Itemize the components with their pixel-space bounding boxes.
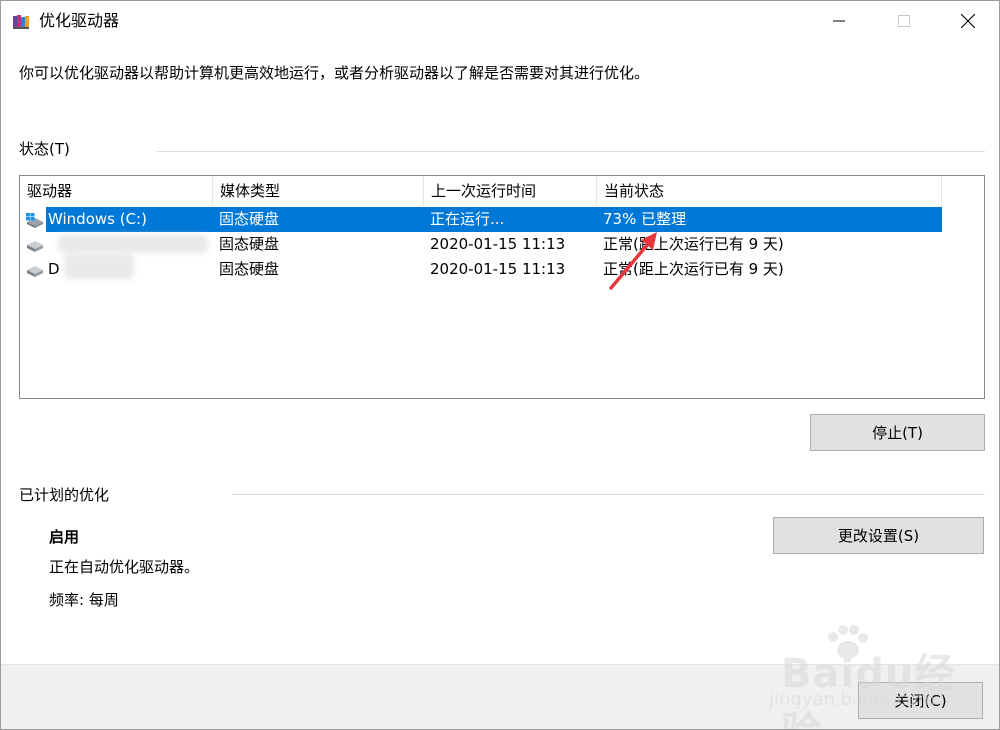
close-icon bbox=[961, 14, 975, 28]
column-header-media-type[interactable]: 媒体类型 bbox=[213, 176, 424, 206]
drives-list[interactable]: 驱动器 媒体类型 上一次运行时间 当前状态 Windows (C:) 固态硬盘 … bbox=[19, 175, 985, 399]
close-button[interactable]: 关闭(C) bbox=[858, 682, 983, 719]
optimize-drives-window: 优化驱动器 你可以优化驱动器以帮助计算机更高效地运行，或者分析驱动器以了解是否需… bbox=[0, 0, 1000, 730]
status-section-divider bbox=[157, 151, 985, 152]
annotation-arrow-icon bbox=[609, 232, 657, 290]
drive-icon bbox=[25, 237, 45, 253]
schedule-frequency: 频率: 每周 bbox=[49, 591, 119, 609]
change-settings-button[interactable]: 更改设置(S) bbox=[773, 517, 984, 554]
minimize-icon bbox=[833, 20, 845, 22]
defrag-app-icon bbox=[12, 13, 30, 31]
schedule-state: 启用 bbox=[49, 528, 80, 546]
status-section-label: 状态(T) bbox=[19, 140, 70, 158]
last-run-time: 正在运行... bbox=[430, 210, 505, 228]
maximize-icon bbox=[898, 15, 910, 27]
title-bar: 优化驱动器 bbox=[1, 1, 999, 41]
description-text: 你可以优化驱动器以帮助计算机更高效地运行，或者分析驱动器以了解是否需要对其进行优… bbox=[19, 64, 650, 82]
redacted-drive-name bbox=[64, 253, 134, 279]
minimize-button[interactable] bbox=[816, 1, 862, 41]
window-title: 优化驱动器 bbox=[39, 11, 120, 30]
column-header-last-run[interactable]: 上一次运行时间 bbox=[424, 176, 597, 206]
scheduled-section-label: 已计划的优化 bbox=[19, 486, 110, 504]
drive-row-c[interactable]: Windows (C:) 固态硬盘 正在运行... 73% 已整理 bbox=[20, 207, 942, 232]
schedule-detail: 正在自动优化驱动器。 bbox=[49, 558, 200, 576]
stop-button[interactable]: 停止(T) bbox=[810, 414, 985, 451]
maximize-button[interactable] bbox=[881, 1, 927, 41]
drive-icon bbox=[25, 262, 45, 278]
media-type: 固态硬盘 bbox=[219, 235, 280, 253]
dialog-footer: 关闭(C) bbox=[1, 664, 999, 729]
close-window-button[interactable] bbox=[945, 1, 991, 41]
drive-row-d[interactable]: D 固态硬盘 2020-01-15 11:13 正常(距上次运行已有 9 天) bbox=[20, 253, 942, 282]
drive-name: Windows (C:) bbox=[48, 210, 147, 228]
media-type: 固态硬盘 bbox=[219, 210, 280, 228]
paw-logo-icon bbox=[828, 625, 868, 659]
last-run-time: 2020-01-15 11:13 bbox=[430, 235, 566, 253]
last-run-time: 2020-01-15 11:13 bbox=[430, 260, 566, 278]
media-type: 固态硬盘 bbox=[219, 260, 280, 278]
scheduled-section-divider bbox=[232, 494, 985, 495]
windows-drive-icon bbox=[25, 212, 45, 228]
column-header-current-status[interactable]: 当前状态 bbox=[597, 176, 942, 206]
drives-list-header: 驱动器 媒体类型 上一次运行时间 当前状态 bbox=[20, 176, 942, 206]
drive-row-2[interactable]: 固态硬盘 2020-01-15 11:13 正常(距上次运行已有 9 天) bbox=[20, 232, 942, 257]
column-header-drive[interactable]: 驱动器 bbox=[20, 176, 213, 206]
